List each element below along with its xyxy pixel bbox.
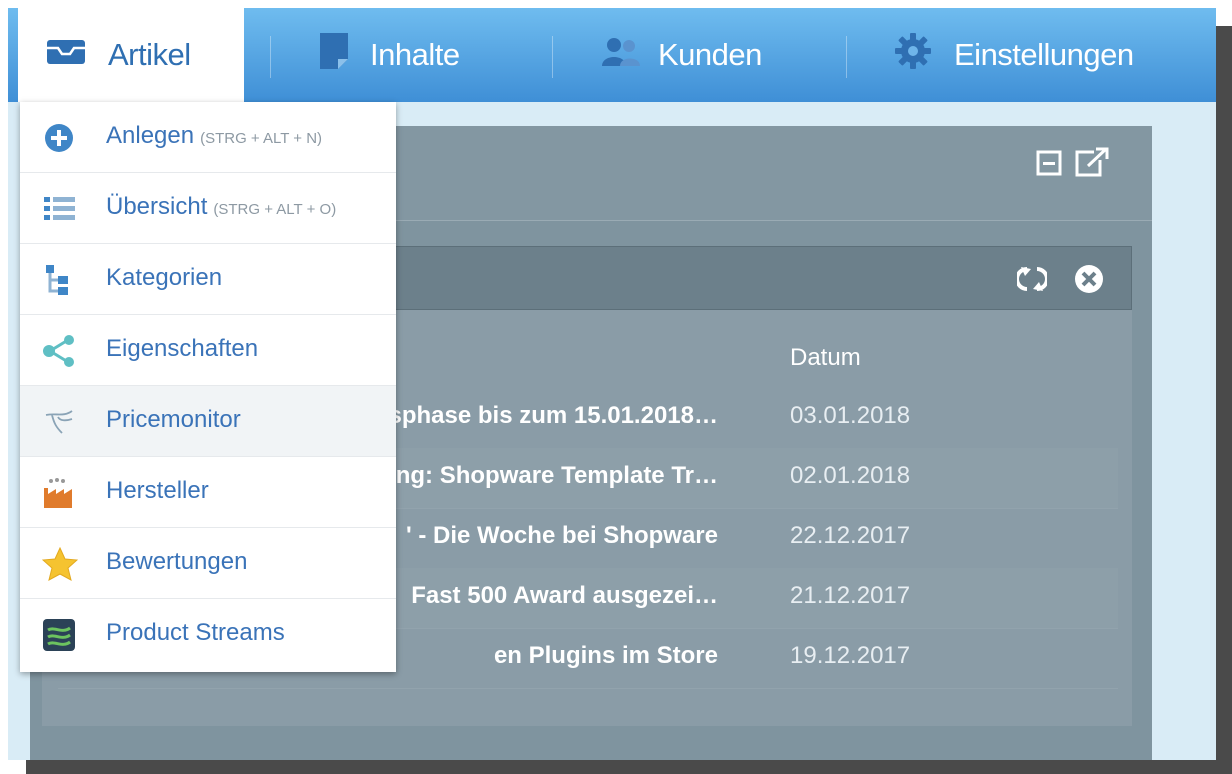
menu-item-eigenschaften[interactable]: Eigenschaften (20, 315, 396, 386)
menu-item-anlegen[interactable]: Anlegen (STRG + ALT + N) (20, 102, 396, 173)
window-shadow (1216, 26, 1232, 774)
menu-item-label: Übersicht (106, 193, 208, 220)
pricemonitor-icon (42, 405, 76, 439)
minimize-icon[interactable] (1036, 150, 1062, 181)
users-icon (600, 36, 644, 74)
menu-item-label: Bewertungen (106, 548, 248, 575)
list-icon (42, 192, 76, 226)
nav-separator (552, 36, 553, 78)
row-date: 03.01.2018 (790, 402, 911, 429)
nav-einstellungen-label: Einstellungen (954, 37, 1134, 72)
menu-item-bewertungen[interactable]: Bewertungen (20, 528, 396, 599)
star-icon (41, 546, 79, 581)
close-icon[interactable] (1073, 263, 1105, 300)
nav-inhalte-label: Inhalte (370, 37, 460, 72)
document-icon (320, 33, 348, 77)
main-navigation: Artikel Inhalte Kunden Einstellungen (8, 8, 1216, 102)
date-column-header: Datum (790, 344, 861, 371)
window-shadow (26, 760, 1232, 774)
artikel-dropdown-menu: Anlegen (STRG + ALT + N) Übersicht (STRG +… (20, 102, 396, 672)
nav-artikel[interactable]: Artikel (18, 8, 244, 102)
menu-item-pricemonitor[interactable]: Pricemonitor (20, 386, 396, 457)
shortcut-hint: (STRG + ALT + O) (213, 201, 337, 218)
external-link-icon[interactable] (1074, 146, 1110, 183)
menu-item-hersteller[interactable]: Hersteller (20, 457, 396, 528)
nav-einstellungen[interactable]: Einstellungen (894, 8, 1134, 102)
streams-icon (42, 618, 76, 652)
tree-icon (42, 263, 76, 297)
row-date: 02.01.2018 (790, 462, 911, 489)
menu-item-label: Product Streams (106, 619, 285, 646)
menu-item-label: Kategorien (106, 264, 223, 291)
nav-inhalte[interactable]: Inhalte (320, 8, 460, 102)
menu-item-kategorien[interactable]: Kategorien (20, 244, 396, 315)
menu-item-uebersicht[interactable]: Übersicht (STRG + ALT + O) (20, 173, 396, 244)
gear-icon (894, 32, 932, 78)
plus-circle-icon (42, 121, 76, 155)
app-window: Artikel Inhalte Kunden Einstellungen Dat… (8, 8, 1216, 760)
nav-kunden-label: Kunden (658, 37, 762, 72)
menu-item-label: Hersteller (106, 477, 209, 504)
nav-artikel-label: Artikel (108, 37, 191, 72)
nav-separator (846, 36, 847, 78)
shortcut-hint: (STRG + ALT + N) (200, 130, 323, 147)
nav-separator (270, 36, 271, 78)
menu-item-label: Pricemonitor (106, 406, 241, 433)
menu-item-label: Eigenschaften (106, 335, 259, 362)
share-icon (42, 334, 76, 368)
row-date: 22.12.2017 (790, 522, 911, 549)
menu-item-product-streams[interactable]: Product Streams (20, 599, 396, 670)
nav-kunden[interactable]: Kunden (600, 8, 762, 102)
inbox-icon (46, 37, 86, 73)
row-date: 19.12.2017 (790, 642, 911, 669)
refresh-icon[interactable] (1015, 265, 1049, 298)
row-date: 21.12.2017 (790, 582, 911, 609)
menu-item-label: Anlegen (106, 122, 195, 149)
factory-icon (42, 476, 76, 510)
